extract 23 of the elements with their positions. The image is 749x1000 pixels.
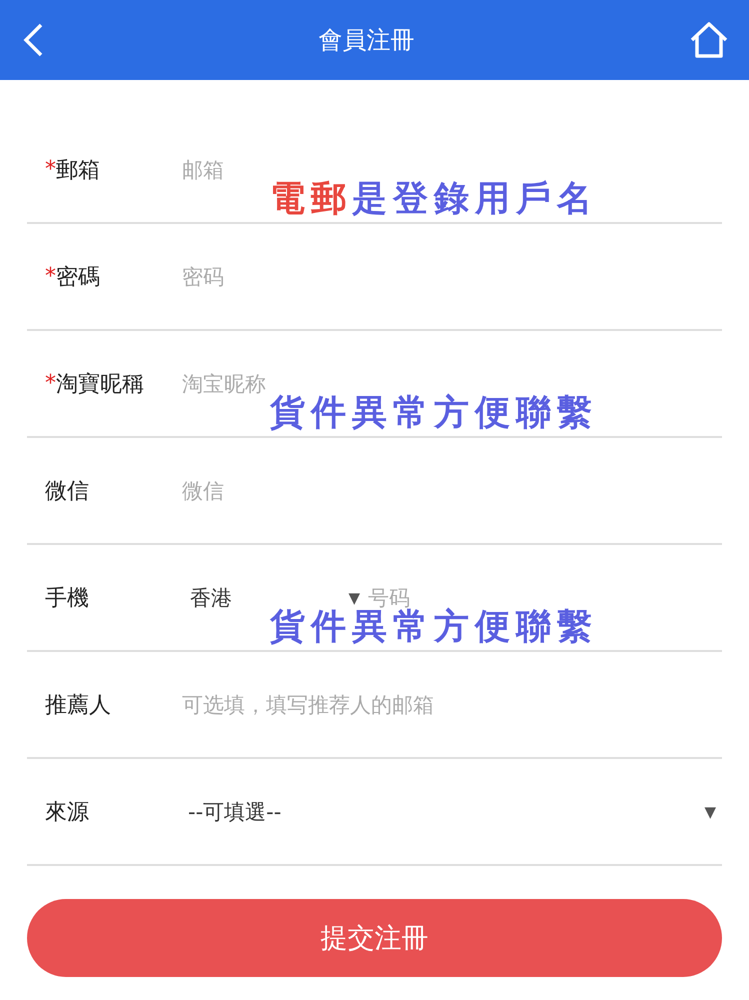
back-icon[interactable] bbox=[22, 22, 44, 58]
input-field[interactable]: 可选填，填写推荐人的邮箱 bbox=[182, 692, 722, 716]
input-field[interactable]: 微信 bbox=[182, 478, 722, 502]
field-label: 手機 bbox=[45, 584, 89, 612]
field-label: 推薦人 bbox=[45, 692, 111, 720]
field-label: 淘寶昵稱 bbox=[56, 370, 144, 398]
annotation-text: 貨件異常方便聯繫 bbox=[270, 392, 598, 435]
required-mark: * bbox=[45, 157, 56, 182]
caret-icon: ▼ bbox=[348, 588, 360, 606]
submit-button[interactable]: 提交注冊 bbox=[27, 899, 722, 977]
field-label: 密碼 bbox=[56, 264, 100, 292]
caret-icon: ▼ bbox=[704, 802, 716, 820]
field-label: 來源 bbox=[45, 798, 89, 826]
field-label: 微信 bbox=[45, 478, 89, 506]
region-select[interactable]: 香港 bbox=[190, 584, 232, 612]
page-title: 會員注冊 bbox=[318, 25, 414, 56]
source-select[interactable]: --可填選-- bbox=[188, 798, 282, 826]
required-mark: * bbox=[45, 264, 56, 289]
input-field[interactable]: 密码 bbox=[182, 264, 722, 288]
required-mark: * bbox=[45, 371, 56, 396]
home-icon[interactable] bbox=[689, 21, 729, 59]
field-label: 郵箱 bbox=[56, 156, 100, 184]
annotation-text: 貨件異常方便聯繫 bbox=[270, 607, 598, 649]
